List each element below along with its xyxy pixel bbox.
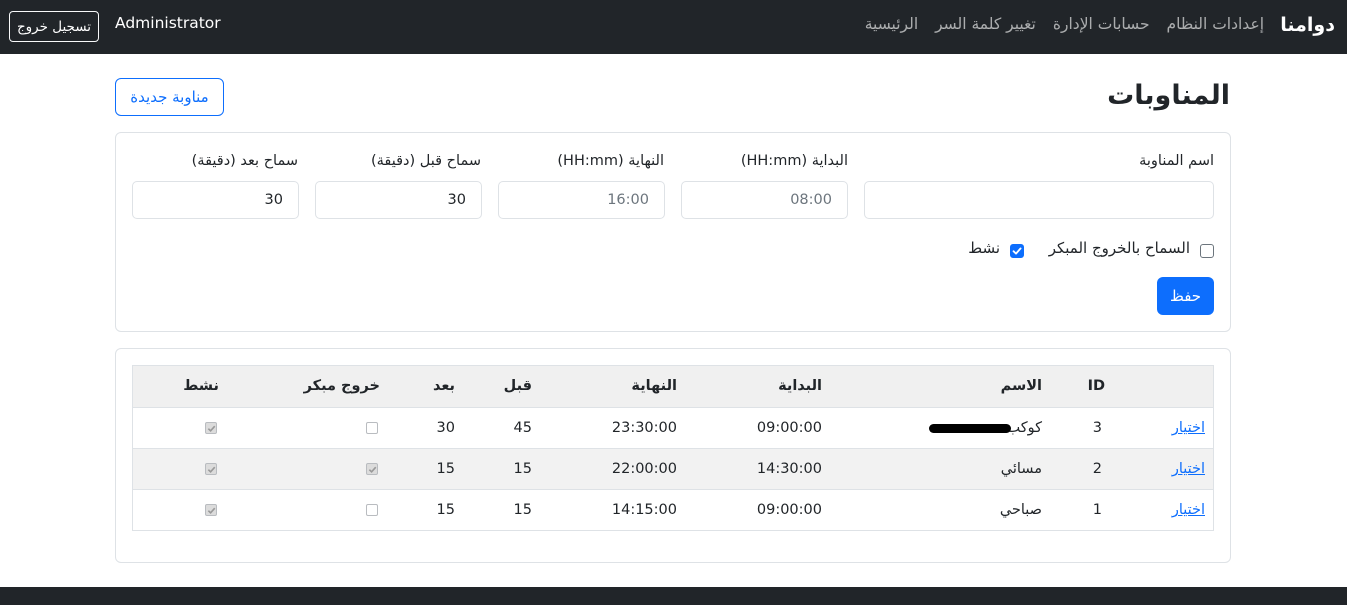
- top-navbar: دوامنا الرئيسية تغيير كلمة السر حسابات ا…: [0, 0, 1347, 54]
- active-checkbox[interactable]: [1010, 244, 1024, 258]
- cell-after: 15: [436, 461, 455, 477]
- header-after: بعد: [432, 378, 455, 394]
- shifts-table: ID الاسم البداية النهاية قبل بعد خروج مب…: [132, 365, 1214, 531]
- cell-id: 1: [1092, 502, 1102, 518]
- cell-start: 14:30:00: [756, 461, 822, 477]
- header-name: الاسم: [1000, 378, 1042, 394]
- header-active: نشط: [183, 378, 219, 394]
- nav-links: الرئيسية تغيير كلمة السر حسابات الإدارة …: [865, 15, 1264, 33]
- grace-before-value: 30: [447, 192, 466, 208]
- select-link[interactable]: اختيار: [1172, 502, 1205, 518]
- page-footer: [0, 587, 1347, 605]
- brand-logo[interactable]: دوامنا: [1280, 14, 1335, 36]
- cell-name: كوكب: [1006, 420, 1042, 436]
- table-row: اختيار 1 صباحي 09:00:00 14:15:00 15 15: [133, 489, 1213, 530]
- check-icon: [368, 466, 376, 473]
- shifts-table-card: ID الاسم البداية النهاية قبل بعد خروج مب…: [115, 348, 1231, 563]
- redaction-mark: [929, 424, 1011, 433]
- check-icon: [207, 425, 215, 432]
- shift-name-input[interactable]: [864, 181, 1214, 219]
- cell-before: 15: [513, 461, 532, 477]
- header-before: قبل: [503, 378, 532, 394]
- header-id: ID: [1087, 378, 1105, 394]
- early-exit-checkbox[interactable]: [1200, 244, 1214, 258]
- early-exit-readonly-checkbox: [366, 504, 378, 516]
- check-icon: [207, 507, 215, 514]
- start-time-label: البداية (HH:mm): [740, 153, 848, 169]
- nav-link-change-password[interactable]: تغيير كلمة السر: [935, 15, 1036, 33]
- header-end: النهاية: [631, 378, 677, 394]
- active-readonly-checkbox: [205, 504, 217, 516]
- cell-end: 23:30:00: [611, 420, 677, 436]
- cell-id: 3: [1092, 420, 1102, 436]
- end-time-label: النهاية (HH:mm): [557, 153, 664, 169]
- cell-after: 30: [436, 420, 455, 436]
- shift-form-card: اسم المناوبة البداية (HH:mm) 08:00 النها…: [115, 132, 1231, 332]
- cell-end: 14:15:00: [611, 502, 677, 518]
- header-start: البداية: [778, 378, 822, 394]
- cell-before: 15: [513, 502, 532, 518]
- current-user-name: Administrator: [115, 14, 221, 32]
- nav-link-home[interactable]: الرئيسية: [865, 15, 918, 33]
- shift-name-label: اسم المناوبة: [1139, 153, 1214, 169]
- grace-after-label: سماح بعد (دقيقة): [191, 153, 298, 169]
- end-time-input[interactable]: 16:00: [498, 181, 665, 219]
- select-link[interactable]: اختيار: [1172, 461, 1205, 477]
- table-row: اختيار 3 كوكب 09:00:00 23:30:00 45 30: [133, 407, 1213, 448]
- grace-before-input[interactable]: 30: [315, 181, 482, 219]
- table-header-row: ID الاسم البداية النهاية قبل بعد خروج مب…: [133, 366, 1213, 407]
- end-time-placeholder: 16:00: [607, 192, 649, 208]
- nav-link-system-settings[interactable]: إعدادات النظام: [1167, 15, 1264, 33]
- table-row: اختيار 2 مسائي 14:30:00 22:00:00 15 15: [133, 448, 1213, 489]
- cell-after: 15: [436, 502, 455, 518]
- grace-after-value: 30: [264, 192, 283, 208]
- cell-before: 45: [513, 420, 532, 436]
- check-icon: [1012, 247, 1022, 255]
- early-exit-label: السماح بالخروج المبكر: [1048, 239, 1190, 257]
- header-early-exit: خروج مبكر: [303, 378, 380, 394]
- early-exit-readonly-checkbox: [366, 422, 378, 434]
- cell-end: 22:00:00: [611, 461, 677, 477]
- early-exit-readonly-checkbox: [366, 463, 378, 475]
- active-readonly-checkbox: [205, 422, 217, 434]
- start-time-input[interactable]: 08:00: [681, 181, 848, 219]
- active-label: نشط: [968, 239, 1000, 257]
- cell-name: مسائي: [1000, 461, 1042, 477]
- select-link[interactable]: اختيار: [1172, 420, 1205, 436]
- cell-start: 09:00:00: [756, 502, 822, 518]
- nav-link-admin-accounts[interactable]: حسابات الإدارة: [1053, 15, 1150, 33]
- start-time-placeholder: 08:00: [790, 192, 832, 208]
- logout-button[interactable]: تسجيل خروج: [9, 11, 99, 42]
- grace-after-input[interactable]: 30: [132, 181, 299, 219]
- grace-before-label: سماح قبل (دقيقة): [370, 153, 481, 169]
- active-readonly-checkbox: [205, 463, 217, 475]
- check-icon: [207, 466, 215, 473]
- save-button[interactable]: حفظ: [1157, 277, 1214, 315]
- cell-id: 2: [1092, 461, 1102, 477]
- page-title: المناوبات: [1107, 80, 1230, 111]
- new-shift-button[interactable]: مناوبة جديدة: [115, 78, 224, 116]
- cell-name: صباحي: [999, 502, 1042, 518]
- cell-start: 09:00:00: [756, 420, 822, 436]
